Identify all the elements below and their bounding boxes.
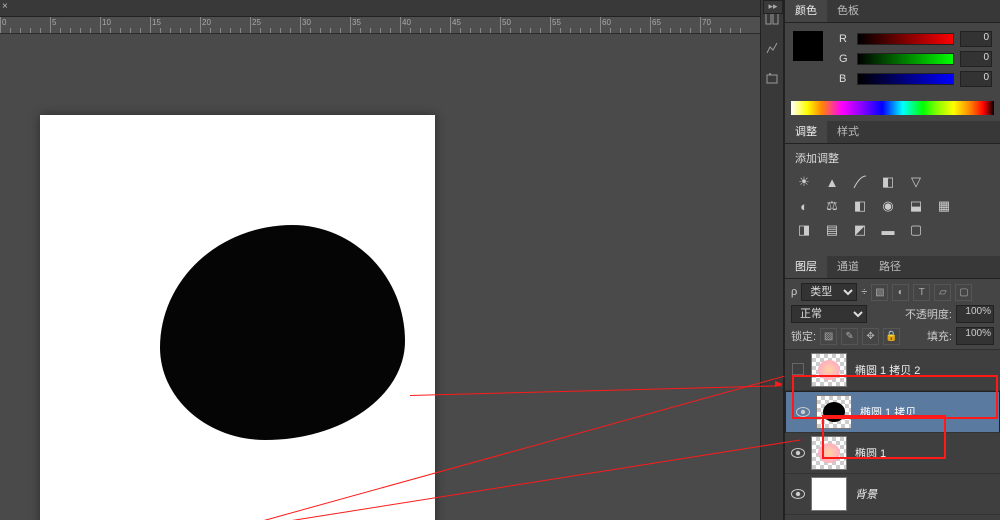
lock-brush-icon[interactable]: ✎ <box>841 328 858 345</box>
opacity-value[interactable]: 100% <box>956 305 994 323</box>
fg-bg-swatch[interactable] <box>793 31 833 71</box>
brightness-icon[interactable]: ☀ <box>795 174 813 190</box>
hue-icon[interactable]: ◐ <box>795 198 813 214</box>
gradient-map-icon[interactable]: ▬ <box>879 222 897 238</box>
label-g: G <box>839 53 851 65</box>
visibility-eye-icon[interactable] <box>785 363 811 378</box>
visibility-eye-icon[interactable] <box>790 405 816 420</box>
balance-icon[interactable]: ⚖ <box>823 198 841 214</box>
slider-r-track[interactable] <box>857 33 954 45</box>
annotation-arrow-icon <box>775 381 783 387</box>
levels-icon[interactable]: ▲ <box>823 174 841 190</box>
filter-smart-icon[interactable]: ▢ <box>955 284 972 301</box>
filter-shape-icon[interactable]: ▱ <box>934 284 951 301</box>
posterize-icon[interactable]: ▤ <box>823 222 841 238</box>
layer-thumbnail[interactable] <box>811 436 847 470</box>
channel-mixer-icon[interactable]: ⬓ <box>907 198 925 214</box>
annotation-line <box>410 385 782 396</box>
visibility-eye-icon[interactable] <box>785 487 811 502</box>
tab-color[interactable]: 颜色 <box>785 0 827 22</box>
layer-thumbnail[interactable] <box>816 395 852 429</box>
filter-type-icon[interactable]: T <box>913 284 930 301</box>
value-b[interactable]: 0 <box>960 71 992 87</box>
panels-column: 颜色 色板 R 0 G 0 B <box>784 0 1000 520</box>
color-panel-header: 颜色 色板 <box>785 0 1000 23</box>
layer-row[interactable]: 背景 <box>785 474 1000 515</box>
canvas[interactable] <box>40 115 435 520</box>
slider-g-track[interactable] <box>857 53 954 65</box>
slider-b: B 0 <box>839 71 992 87</box>
slider-b-track[interactable] <box>857 73 954 85</box>
layer-row[interactable]: 椭圆 1 拷贝 2 <box>785 350 1000 391</box>
canvas-area: × 0510152025303540455055606570 ▸▸ <box>0 0 760 520</box>
adjust-panel-header: 调整 样式 <box>785 121 1000 144</box>
tab-layers[interactable]: 图层 <box>785 256 827 278</box>
layer-row[interactable]: 椭圆 1 <box>785 433 1000 474</box>
value-r[interactable]: 0 <box>960 31 992 47</box>
slider-g: G 0 <box>839 51 992 67</box>
layers-panel-header: 图层 通道 路径 <box>785 256 1000 279</box>
filter-adjust-icon[interactable]: ◐ <box>892 284 909 301</box>
invert-icon[interactable]: ◨ <box>795 222 813 238</box>
adjust-title: 添加调整 <box>795 150 990 166</box>
fill-value[interactable]: 100% <box>956 327 994 345</box>
tab-adjust[interactable]: 调整 <box>785 121 827 143</box>
lock-move-icon[interactable]: ✥ <box>862 328 879 345</box>
photo-filter-icon[interactable]: ◉ <box>879 198 897 214</box>
selective-color-icon[interactable]: ▢ <box>907 222 925 238</box>
layer-kind-select[interactable]: 类型 <box>801 283 857 301</box>
vibrance-icon[interactable]: ▽ <box>907 174 925 190</box>
color-spectrum[interactable] <box>791 101 994 115</box>
lock-all-icon[interactable]: 🔒 <box>883 328 900 345</box>
fill-label: 填充: <box>927 328 952 344</box>
layer-thumbnail[interactable] <box>811 477 847 511</box>
filter-image-icon[interactable]: ▧ <box>871 284 888 301</box>
opacity-label: 不透明度: <box>905 306 952 322</box>
document-tabbar: × <box>0 0 760 17</box>
slider-r: R 0 <box>839 31 992 47</box>
threshold-icon[interactable]: ◩ <box>851 222 869 238</box>
label-r: R <box>839 33 851 45</box>
layer-name[interactable]: 背景 <box>855 486 877 502</box>
tab-close-icon[interactable]: × <box>2 1 8 12</box>
exposure-icon[interactable]: ◧ <box>879 174 897 190</box>
blend-mode-select[interactable]: 正常 <box>791 305 867 323</box>
dock-icon-3[interactable] <box>764 70 780 86</box>
tab-paths[interactable]: 路径 <box>869 256 911 278</box>
tab-channels[interactable]: 通道 <box>827 256 869 278</box>
lut-icon[interactable]: ▦ <box>935 198 953 214</box>
curves-icon[interactable] <box>851 174 869 190</box>
visibility-eye-icon[interactable] <box>785 446 811 461</box>
lock-label: 锁定: <box>791 328 816 344</box>
panel-dock <box>760 0 784 520</box>
collapse-panels-icon[interactable]: ▸▸ <box>763 0 783 14</box>
bw-icon[interactable]: ◧ <box>851 198 869 214</box>
layer-name[interactable]: 椭圆 1 拷贝 <box>860 404 916 420</box>
layer-thumbnail[interactable] <box>811 353 847 387</box>
layer-name[interactable]: 椭圆 1 <box>855 445 886 461</box>
ellipse-shape[interactable] <box>160 225 405 440</box>
color-panel: R 0 G 0 B 0 <box>785 23 1000 99</box>
adjust-panel: 添加调整 ☀ ▲ ◧ ▽ ◐ ⚖ ◧ ◉ ⬓ ▦ ◨ ▤ ◩ ▬ ▢ <box>785 144 1000 256</box>
lock-pixels-icon[interactable]: ▨ <box>820 328 837 345</box>
dock-icon-2[interactable] <box>764 40 780 56</box>
tab-styles[interactable]: 样式 <box>827 121 869 143</box>
layer-options: ρ 类型 ÷ ▧ ◐ T ▱ ▢ 正常 不透明度: 100% 锁定: ▨ ✎ ✥… <box>785 279 1000 350</box>
label-b: B <box>839 73 851 85</box>
ruler-horizontal[interactable]: 0510152025303540455055606570 <box>0 17 760 34</box>
fg-swatch[interactable] <box>793 31 823 61</box>
layer-name[interactable]: 椭圆 1 拷贝 2 <box>855 362 920 378</box>
tab-swatches[interactable]: 色板 <box>827 0 869 22</box>
layer-row[interactable]: 椭圆 1 拷贝 <box>785 391 1000 433</box>
value-g[interactable]: 0 <box>960 51 992 67</box>
layer-list: 椭圆 1 拷贝 2 椭圆 1 拷贝椭圆 1 背景 <box>785 350 1000 520</box>
